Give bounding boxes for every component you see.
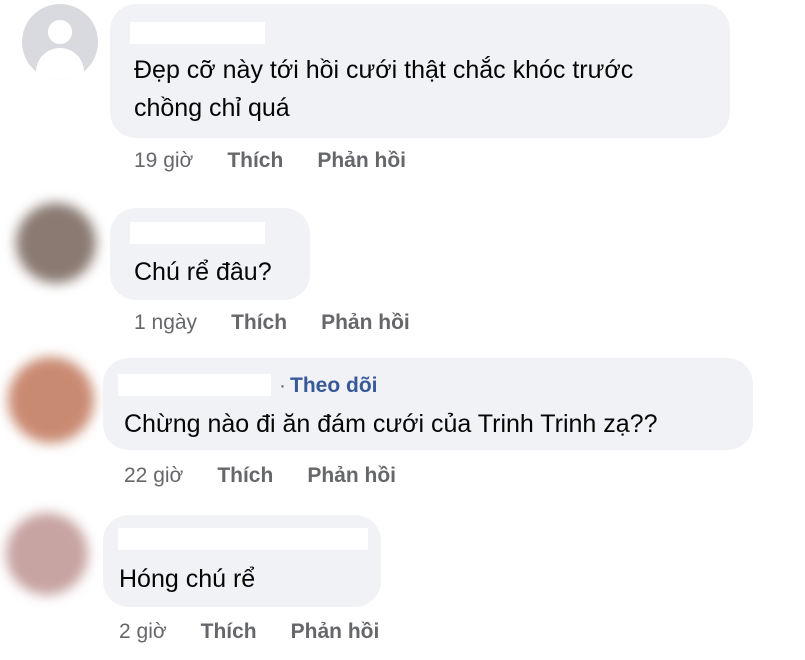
- follow-label[interactable]: Theo dõi: [290, 374, 378, 397]
- reply-button[interactable]: Phản hồi: [307, 464, 396, 488]
- like-button[interactable]: Thích: [227, 149, 283, 173]
- comment-timestamp[interactable]: 2 giờ: [119, 620, 167, 644]
- reply-button[interactable]: Phản hồi: [291, 620, 380, 644]
- redacted-name: [130, 22, 265, 44]
- comment-timestamp[interactable]: 1 ngày: [134, 311, 197, 335]
- comment-actions: 22 giờ Thích Phản hồi: [124, 464, 396, 488]
- user-head-icon: [48, 20, 72, 44]
- comment-text: Đẹp cỡ này tới hồi cưới thật chắc khóc t…: [134, 56, 634, 122]
- comment-text: Chừng nào đi ăn đám cưới của Trinh Trinh…: [124, 410, 658, 438]
- avatar[interactable]: [8, 357, 94, 443]
- avatar[interactable]: [6, 513, 88, 595]
- like-button[interactable]: Thích: [201, 620, 257, 644]
- like-button[interactable]: Thích: [217, 464, 273, 488]
- separator-dot: ·: [279, 374, 286, 397]
- reply-button[interactable]: Phản hồi: [317, 149, 406, 173]
- comment-actions: 1 ngày Thích Phản hồi: [134, 311, 410, 335]
- comment-timestamp[interactable]: 19 giờ: [134, 149, 193, 173]
- redacted-name: [118, 528, 368, 550]
- comment-text: Hóng chú rể: [119, 565, 256, 593]
- like-button[interactable]: Thích: [231, 311, 287, 335]
- comment-actions: 19 giờ Thích Phản hồi: [134, 149, 406, 173]
- follow-link[interactable]: · Theo dõi: [279, 374, 378, 398]
- user-body-icon: [36, 48, 84, 80]
- comment-timestamp[interactable]: 22 giờ: [124, 464, 183, 488]
- comment-text: Chú rể đâu?: [134, 258, 272, 286]
- comment-actions: 2 giờ Thích Phản hồi: [119, 620, 379, 644]
- reply-button[interactable]: Phản hồi: [321, 311, 410, 335]
- redacted-name: [130, 222, 265, 244]
- redacted-name: [118, 374, 271, 396]
- avatar[interactable]: [16, 203, 96, 283]
- avatar[interactable]: [22, 4, 98, 80]
